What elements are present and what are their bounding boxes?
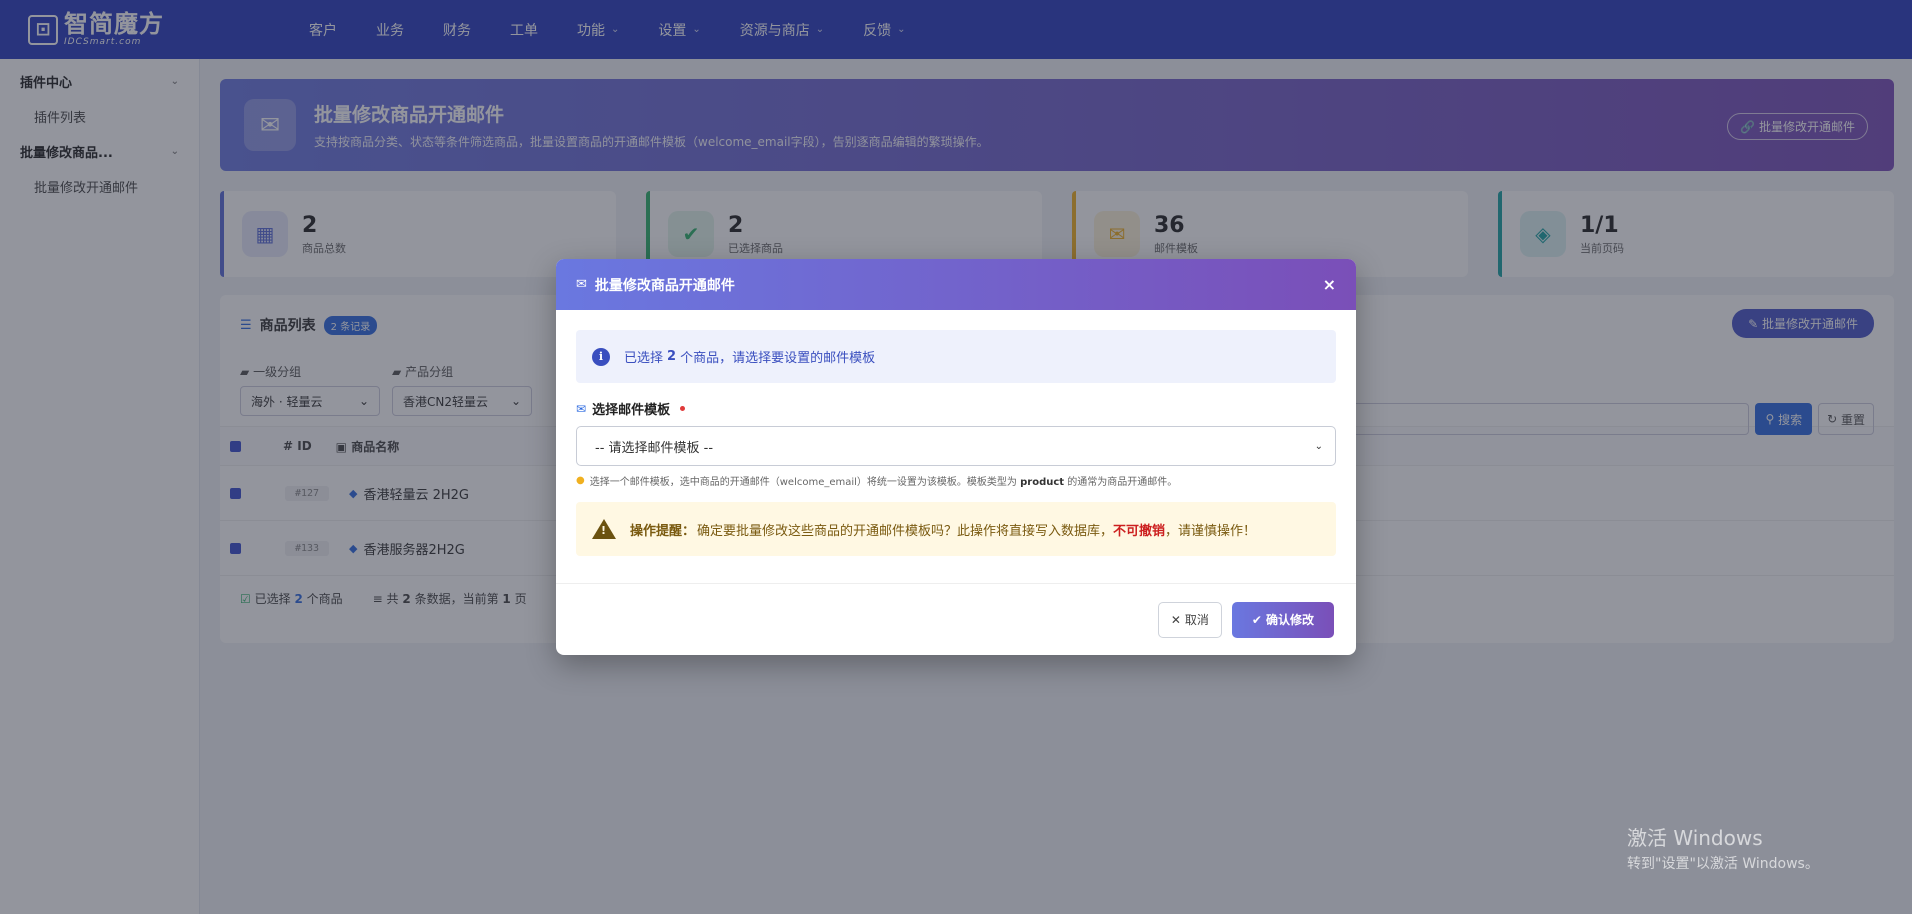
- close-icon[interactable]: ×: [1323, 275, 1336, 294]
- info-icon: i: [592, 347, 610, 366]
- selection-info: i 已选择 2 个商品，请选择要设置的邮件模板: [576, 330, 1336, 383]
- template-hint: ● 选择一个邮件模板，选中商品的开通邮件（welcome_email）将统一设置…: [576, 475, 1178, 488]
- modal-header: ✉ 批量修改商品开通邮件 ×: [556, 259, 1356, 310]
- mail-box-icon: ✉: [576, 277, 587, 292]
- close-icon: ✕: [1170, 612, 1181, 627]
- confirm-button[interactable]: ✔ 确认修改: [1231, 601, 1334, 638]
- batch-email-modal: ✉ 批量修改商品开通邮件 × i 已选择 2 个商品，请选择要设置的邮件模板 ✉ 选…: [556, 259, 1356, 655]
- operation-warning: ! 操作提醒： 确定要批量修改这些商品的开通邮件模板吗？此操作将直接写入数据库，不…: [576, 502, 1336, 556]
- lightbulb-icon: ●: [576, 475, 585, 486]
- warning-icon: !: [592, 519, 616, 539]
- modal-footer: ✕ 取消 ✔ 确认修改: [556, 583, 1356, 655]
- chevron-down-icon: ⌄: [1314, 440, 1323, 452]
- email-template-select[interactable]: -- 请选择邮件模板 -- ⌄: [576, 426, 1336, 466]
- template-field-label: ✉ 选择邮件模板: [576, 399, 1336, 418]
- check-icon: ✔: [1251, 612, 1262, 627]
- required-dot: [680, 406, 686, 411]
- cancel-button[interactable]: ✕ 取消: [1157, 601, 1222, 638]
- modal-title: 批量修改商品开通邮件: [594, 277, 735, 294]
- windows-activation-watermark: 激活 Windows 转到"设置"以激活 Windows。: [1627, 826, 1819, 872]
- envelope-icon: ✉: [576, 401, 587, 416]
